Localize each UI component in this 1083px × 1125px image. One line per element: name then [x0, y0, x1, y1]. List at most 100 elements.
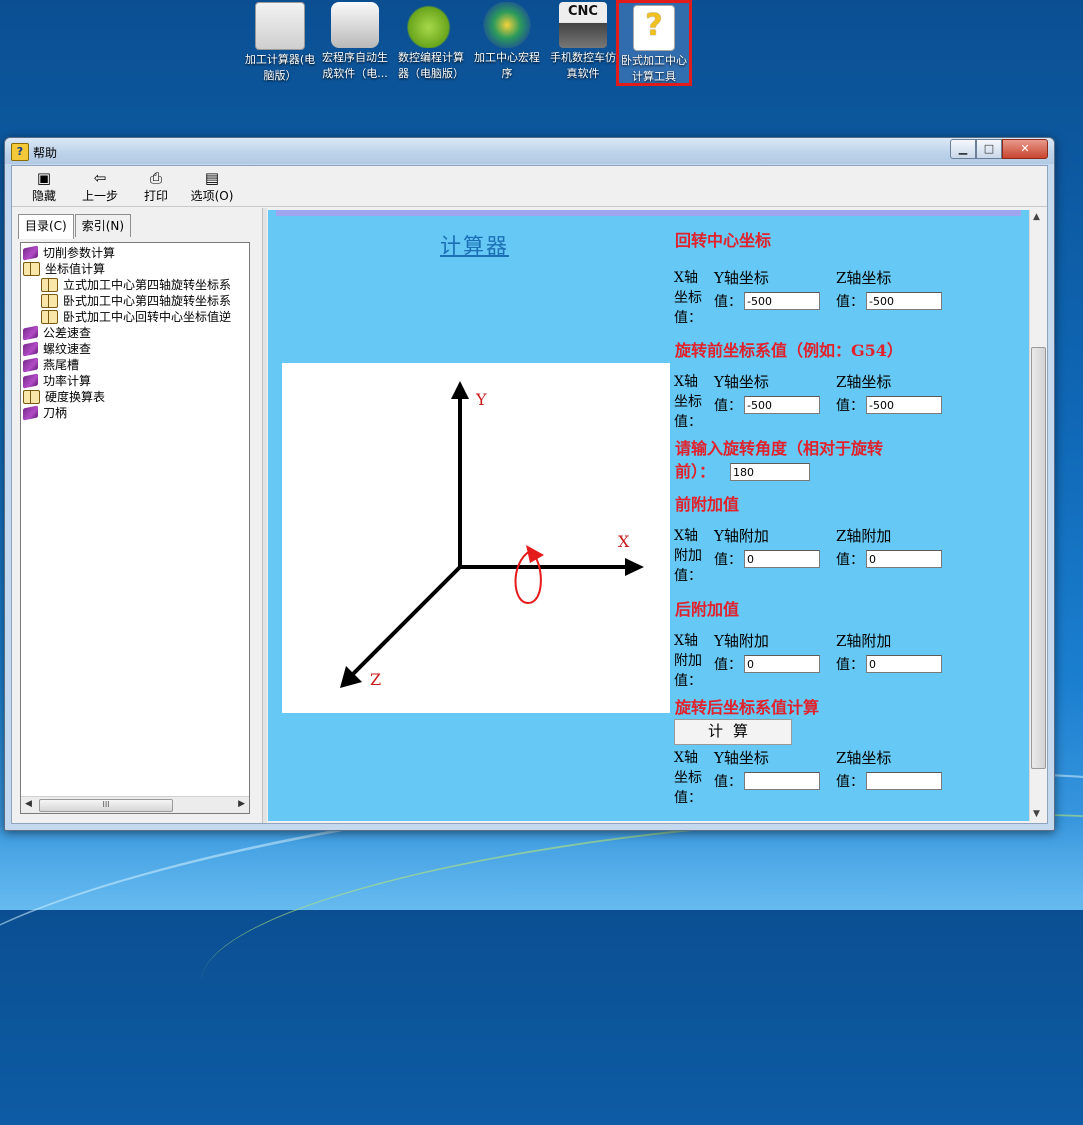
tree-item-label: 功率计算: [43, 374, 92, 388]
scroll-right-icon[interactable]: ▶: [238, 799, 245, 809]
tree-item[interactable]: 公差速查: [23, 325, 249, 341]
tree-item[interactable]: 立式加工中心第四轴旋转坐标系: [23, 277, 249, 293]
closed-book-icon: [23, 373, 38, 389]
tree-item-label: 切削参数计算: [43, 246, 116, 260]
calculate-button[interactable]: 计算: [674, 719, 792, 745]
hide-button[interactable]: ▣ 隐藏: [16, 166, 72, 206]
pane-splitter[interactable]: [262, 208, 267, 823]
print-label: 打印: [143, 189, 168, 203]
scroll-down-icon[interactable]: ▼: [1033, 809, 1040, 819]
tree-item[interactable]: 切削参数计算: [23, 245, 249, 261]
desktop-icon-cnc-simulator[interactable]: CNC 手机数控车仿真软件: [546, 0, 620, 82]
close-button[interactable]: ✕: [1002, 139, 1048, 159]
x-coord-label: X轴坐标值：: [674, 750, 702, 806]
tree-item[interactable]: 功率计算: [23, 373, 249, 389]
options-button[interactable]: ▤ 选项(O): [184, 166, 240, 206]
title-bar[interactable]: ? 帮助 ▁ □ ✕: [5, 138, 1054, 164]
desktop-icon-macro-generator[interactable]: 宏程序自动生成软件（电...: [318, 0, 392, 82]
postadd-z-input[interactable]: 0: [866, 655, 942, 673]
desktop-icon-calculator[interactable]: 加工计算器(电脑版）: [243, 0, 317, 84]
desktop-icon-cnc-calculator[interactable]: 数控编程计算器（电脑版）: [394, 0, 468, 82]
x-add-label: X轴附加值：: [674, 633, 702, 689]
minimize-button[interactable]: ▁: [950, 139, 976, 159]
angle-prompt-line2: 前）：: [675, 462, 716, 481]
postadd-y-input[interactable]: 0: [744, 655, 820, 673]
options-icon: ▤: [204, 169, 220, 187]
value-label: 值：: [836, 294, 864, 310]
center-y-input[interactable]: -500: [744, 292, 820, 310]
desktop-icon-macro-program[interactable]: 加工中心宏程序: [470, 0, 544, 82]
value-label: 值：: [836, 657, 864, 673]
open-book-icon: [41, 294, 58, 308]
z-add-label: Z轴附加: [836, 632, 892, 650]
scroll-thumb[interactable]: III: [39, 799, 173, 812]
help-window: ? 帮助 ▁ □ ✕ ▣ 隐藏 ⇦ 上一步 ⎙ 打印 ▤ 选项(O) 目录(C)…: [4, 137, 1055, 831]
open-book-icon: [41, 310, 58, 324]
help-file-icon: ?: [633, 5, 675, 51]
tab-contents[interactable]: 目录(C): [18, 214, 74, 239]
heading-post-add: 后附加值: [675, 600, 740, 619]
heading-result: 旋转后坐标系值计算: [675, 698, 820, 717]
tree-item-label: 卧式加工中心第四轴旋转坐标系: [63, 294, 232, 308]
x-axis-label: X: [618, 532, 630, 551]
tree-item[interactable]: 刀柄: [23, 405, 249, 421]
center-z-input[interactable]: -500: [866, 292, 942, 310]
vertical-scrollbar[interactable]: ▲ ▼: [1029, 210, 1047, 821]
result-z-output[interactable]: [866, 772, 942, 790]
tab-index[interactable]: 索引(N): [74, 214, 132, 237]
calculator-link[interactable]: 计算器: [440, 230, 509, 260]
preadd-y-input[interactable]: 0: [744, 550, 820, 568]
tree-item[interactable]: 卧式加工中心第四轴旋转坐标系: [23, 293, 249, 309]
angle-input[interactable]: 180: [730, 463, 810, 481]
axis-diagram-svg: Y X Z: [340, 381, 644, 689]
calculator-icon: [255, 2, 305, 50]
z-add-label: Z轴附加: [836, 527, 892, 545]
scroll-thumb[interactable]: [1031, 347, 1046, 769]
back-button[interactable]: ⇦ 上一步: [72, 166, 128, 206]
open-book-icon: [23, 262, 40, 276]
scroll-up-icon[interactable]: ▲: [1033, 212, 1040, 222]
closed-book-icon: [23, 405, 38, 421]
value-label: 值：: [836, 552, 864, 568]
maximize-button[interactable]: □: [976, 139, 1002, 159]
tree-item[interactable]: 螺纹速查: [23, 341, 249, 357]
tree-item-label: 坐标值计算: [45, 262, 106, 276]
tree-item[interactable]: 卧式加工中心回转中心坐标值逆: [23, 309, 249, 325]
pre-z-input[interactable]: -500: [866, 396, 942, 414]
z-coord-label: Z轴坐标: [836, 373, 892, 391]
toolbar: ▣ 隐藏 ⇦ 上一步 ⎙ 打印 ▤ 选项(O): [12, 166, 1047, 207]
closed-book-icon: [23, 325, 38, 341]
cnc-icon: CNC: [559, 2, 607, 48]
tree-item-label: 燕尾槽: [43, 358, 80, 372]
tree-item-label: 螺纹速查: [43, 342, 92, 356]
tree-item[interactable]: 燕尾槽: [23, 357, 249, 373]
x-coord-label: X轴坐标值：: [674, 374, 702, 430]
desktop-icon-horizontal-center-tool[interactable]: ? 卧式加工中心计算工具: [616, 0, 692, 86]
value-label: 值：: [714, 657, 742, 673]
print-button[interactable]: ⎙ 打印: [128, 166, 184, 206]
hide-icon: ▣: [36, 169, 52, 187]
y-coord-label: Y轴坐标: [714, 749, 769, 767]
y-add-label: Y轴附加: [714, 527, 769, 545]
window-title: 帮助: [33, 146, 58, 160]
value-label: 值：: [714, 294, 742, 310]
y-coord-label: Y轴坐标: [714, 269, 769, 287]
tree-item[interactable]: 硬度换算表: [23, 389, 249, 405]
pre-y-input[interactable]: -500: [744, 396, 820, 414]
content-top-bar: [276, 210, 1021, 216]
value-label: 值：: [714, 398, 742, 414]
preadd-z-input[interactable]: 0: [866, 550, 942, 568]
heading-rotation-center: 回转中心坐标: [675, 231, 772, 250]
value-label: 值：: [714, 552, 742, 568]
contents-tree: 切削参数计算 坐标值计算 立式加工中心第四轴旋转坐标系 卧式加工中心第四轴旋转坐标系卧…: [20, 242, 250, 814]
tree-item[interactable]: 坐标值计算: [23, 261, 249, 277]
desktop-icon-label: 数控编程计算器（电脑版）: [398, 51, 464, 80]
open-book-icon: [41, 278, 58, 292]
y-add-label: Y轴附加: [714, 632, 769, 650]
x-coord-label: X轴坐标值：: [674, 270, 702, 326]
result-y-output[interactable]: [744, 772, 820, 790]
value-label: 值：: [836, 398, 864, 414]
scroll-left-icon[interactable]: ◀: [25, 799, 32, 809]
horizontal-scrollbar[interactable]: ◀ III ▶: [21, 796, 249, 813]
printer-icon: ⎙: [149, 169, 162, 187]
